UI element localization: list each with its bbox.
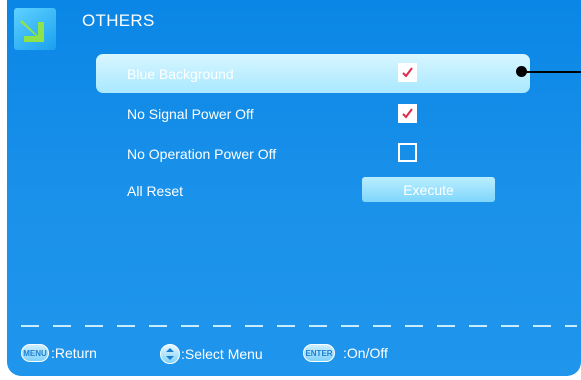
- checkmark-icon: [402, 67, 413, 78]
- footer-divider: [21, 325, 577, 327]
- checkmark-icon: [402, 108, 413, 119]
- item-no-operation-power-off-label[interactable]: No Operation Power Off: [127, 146, 276, 162]
- item-all-reset-label[interactable]: All Reset: [127, 183, 183, 199]
- return-label: :Return: [51, 345, 97, 361]
- item-blue-background-label[interactable]: Blue Background: [127, 66, 234, 82]
- menu-key-icon: MENU: [21, 344, 49, 362]
- execute-button[interactable]: Execute: [362, 177, 495, 202]
- item-no-signal-power-off-label[interactable]: No Signal Power Off: [127, 106, 254, 122]
- menu-title: OTHERS: [82, 11, 155, 30]
- osd-menu-panel: OTHERS Blue Background No Signal Power O…: [7, 0, 581, 376]
- enter-key-icon: ENTER: [303, 344, 335, 362]
- menu-arrow-icon: [14, 8, 56, 50]
- select-menu-label: :Select Menu: [181, 346, 263, 362]
- callout-pointer-line: [526, 71, 581, 73]
- up-down-key-icon: [160, 344, 180, 364]
- footer-return: MENU :Return: [21, 344, 97, 362]
- onoff-label: :On/Off: [343, 345, 388, 361]
- no-operation-power-off-checkbox[interactable]: [398, 143, 417, 162]
- blue-background-checkbox[interactable]: [398, 63, 417, 82]
- footer-onoff: ENTER :On/Off: [303, 344, 388, 362]
- footer-select-menu: :Select Menu: [160, 344, 263, 364]
- no-signal-power-off-checkbox[interactable]: [398, 104, 417, 123]
